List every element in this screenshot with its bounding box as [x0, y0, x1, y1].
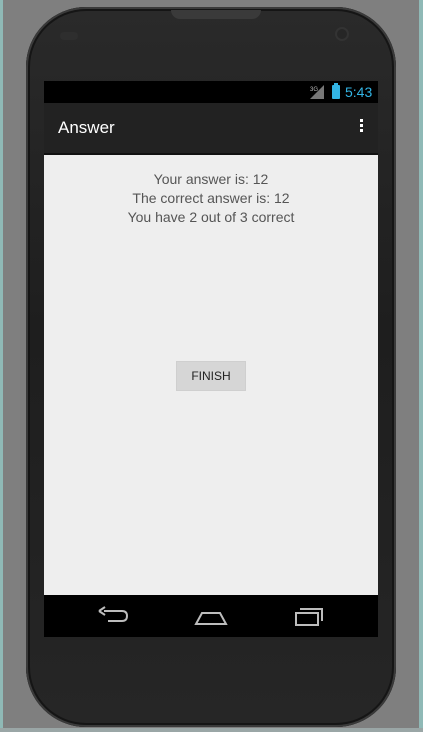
window-bottom-edge	[0, 728, 423, 732]
finish-button[interactable]: FINISH	[176, 361, 246, 391]
score-text: You have 2 out of 3 correct	[127, 209, 295, 225]
network-type-label: 3G	[310, 87, 318, 93]
back-icon[interactable]	[96, 605, 130, 627]
your-answer-text: Your answer is: 12	[153, 171, 269, 187]
correct-answer-text: The correct answer is: 12	[132, 190, 290, 206]
page-title: Answer	[58, 118, 115, 137]
window-right-edge	[419, 0, 423, 732]
action-bar: Answer	[44, 103, 378, 155]
phone-speaker-slot	[171, 10, 261, 19]
status-bar: 3G 5:43	[44, 81, 378, 103]
device-screen: 3G 5:43 Answer Your answer is: 12 The co…	[44, 81, 378, 637]
status-time: 5:43	[345, 84, 373, 100]
answer-content: Your answer is: 12 The correct answer is…	[44, 155, 378, 595]
battery-icon	[332, 83, 340, 99]
phone-frame: 3G 5:43 Answer Your answer is: 12 The co…	[26, 7, 396, 727]
signal-icon: 3G	[310, 85, 324, 99]
front-camera-icon	[335, 27, 349, 41]
navigation-bar	[44, 595, 378, 637]
home-icon[interactable]	[194, 605, 228, 627]
phone-sensor	[60, 32, 78, 40]
overflow-menu-icon[interactable]	[356, 118, 366, 138]
window-left-edge	[0, 0, 3, 732]
recents-icon[interactable]	[292, 605, 326, 627]
